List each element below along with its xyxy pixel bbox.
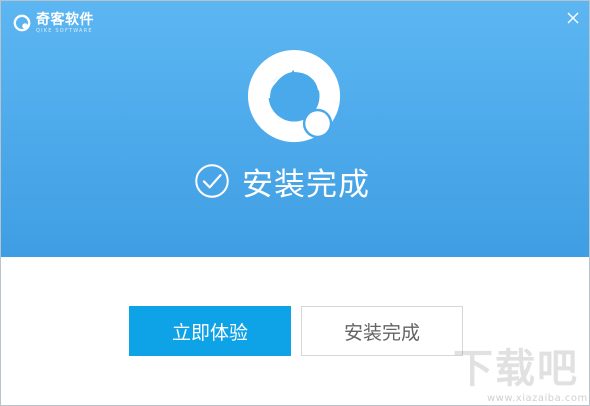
- finish-button[interactable]: 安装完成: [301, 306, 463, 356]
- brand: 奇客软件 QIKE SOFTWARE: [13, 11, 94, 35]
- brand-logo-icon: [13, 14, 31, 32]
- installer-window: 奇客软件 QIKE SOFTWARE 安装完成 立即体验 安装完成 下载吧 ww…: [0, 0, 590, 406]
- close-button[interactable]: [561, 7, 585, 29]
- brand-name: 奇客软件: [36, 11, 94, 28]
- watermark: 下载吧 www.xiazaiba.com: [453, 347, 589, 405]
- watermark-text: 下载吧: [453, 346, 579, 392]
- watermark-url: www.xiazaiba.com: [487, 393, 588, 404]
- header-banner: 奇客软件 QIKE SOFTWARE 安装完成: [1, 1, 589, 257]
- status-text: 安装完成: [242, 166, 370, 203]
- check-circle-icon: [195, 164, 229, 198]
- install-status: 安装完成: [194, 157, 370, 205]
- brand-text: 奇客软件 QIKE SOFTWARE: [36, 13, 94, 34]
- try-now-button[interactable]: 立即体验: [129, 306, 291, 356]
- app-logo-icon: [247, 49, 341, 143]
- brand-subtitle: QIKE SOFTWARE: [36, 27, 93, 34]
- close-icon: [567, 12, 579, 24]
